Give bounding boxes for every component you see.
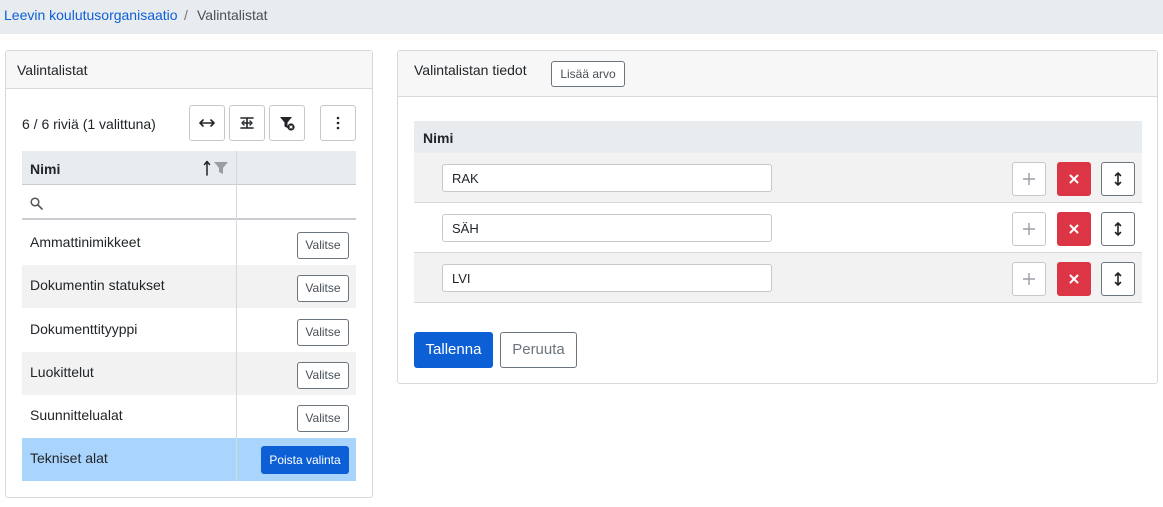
more-options-button[interactable] (320, 105, 356, 141)
breadcrumb-separator: / (184, 7, 188, 23)
value-input[interactable] (442, 164, 772, 192)
grid-filter-row[interactable] (22, 185, 356, 220)
select-button[interactable]: Valitse (297, 319, 349, 346)
reorder-handle[interactable] (1101, 162, 1135, 196)
select-button[interactable]: Valitse (297, 275, 349, 302)
details-panel-header: Valintalistan tiedot Lisää arvo (398, 51, 1157, 97)
list-row-name: Tekniset alat (30, 450, 108, 466)
group-columns-icon (240, 117, 254, 129)
value-row (414, 253, 1142, 303)
list-row-name: Luokittelut (30, 364, 94, 380)
value-input[interactable] (442, 264, 772, 292)
breadcrumb: Leevin koulutusorganisaatio / Valintalis… (0, 0, 1163, 34)
add-below-button[interactable] (1012, 162, 1046, 196)
list-row[interactable]: Luokittelut Valitse (22, 352, 356, 395)
lists-panel-header: Valintalistat (6, 51, 372, 89)
cancel-button[interactable]: Peruuta (500, 332, 577, 368)
list-row-name: Ammattinimikkeet (30, 234, 141, 250)
list-row[interactable]: Dokumenttityyppi Valitse (22, 309, 356, 352)
plus-icon (1023, 273, 1035, 285)
add-below-button[interactable] (1012, 262, 1046, 296)
move-vertical-icon (1114, 172, 1122, 186)
add-below-button[interactable] (1012, 212, 1046, 246)
details-panel-title: Valintalistan tiedot (414, 62, 527, 78)
values-column-header: Nimi (423, 130, 454, 146)
remove-icon (1069, 174, 1079, 184)
column-divider (236, 151, 237, 481)
remove-value-button[interactable] (1057, 212, 1091, 246)
more-vertical-icon (336, 116, 340, 130)
list-row-selected[interactable]: Tekniset alat Poista valinta (22, 438, 356, 481)
values-table-header: Nimi (414, 121, 1142, 153)
select-button[interactable]: Valitse (297, 232, 349, 259)
remove-icon (1069, 274, 1079, 284)
clear-filter-icon (280, 117, 295, 131)
reorder-handle[interactable] (1101, 262, 1135, 296)
remove-value-button[interactable] (1057, 262, 1091, 296)
breadcrumb-current: Valintalistat (197, 7, 268, 23)
grid-header: Nimi (22, 151, 356, 185)
deselect-button[interactable]: Poista valinta (261, 446, 349, 474)
lists-panel-title: Valintalistat (17, 62, 88, 78)
fit-columns-icon (199, 119, 215, 127)
select-button[interactable]: Valitse (297, 405, 349, 432)
clear-filter-button[interactable] (269, 105, 305, 141)
value-input[interactable] (442, 214, 772, 242)
fit-columns-button[interactable] (189, 105, 225, 141)
remove-icon (1069, 224, 1079, 234)
move-vertical-icon (1114, 272, 1122, 286)
list-row[interactable]: Dokumentin statukset Valitse (22, 265, 356, 308)
list-row[interactable]: Ammattinimikkeet Valitse (22, 222, 356, 265)
add-value-button[interactable]: Lisää arvo (551, 61, 625, 87)
lists-panel: Valintalistat 6 / 6 riviä (1 valittuna) … (5, 50, 373, 498)
group-columns-button[interactable] (229, 105, 265, 141)
value-row (414, 203, 1142, 253)
remove-value-button[interactable] (1057, 162, 1091, 196)
save-button[interactable]: Tallenna (414, 332, 493, 368)
list-row-name: Suunnittelualat (30, 407, 123, 423)
column-filter-icon (214, 162, 228, 174)
column-header-name[interactable]: Nimi (30, 161, 60, 177)
search-icon (30, 197, 43, 210)
reorder-handle[interactable] (1101, 212, 1135, 246)
details-panel: Valintalistan tiedot Lisää arvo Nimi RAK… (397, 50, 1158, 384)
select-button[interactable]: Valitse (297, 362, 349, 389)
value-row (414, 153, 1142, 203)
list-row-name: Dokumentin statukset (30, 277, 165, 293)
plus-icon (1023, 173, 1035, 185)
list-row[interactable]: Suunnittelualat Valitse (22, 395, 356, 438)
breadcrumb-organization-link[interactable]: Leevin koulutusorganisaatio (4, 7, 178, 23)
list-row-name: Dokumenttityyppi (30, 321, 138, 337)
move-vertical-icon (1114, 222, 1122, 236)
sort-ascending-icon[interactable] (203, 159, 233, 177)
row-count: 6 / 6 riviä (1 valittuna) (22, 116, 156, 132)
plus-icon (1023, 223, 1035, 235)
